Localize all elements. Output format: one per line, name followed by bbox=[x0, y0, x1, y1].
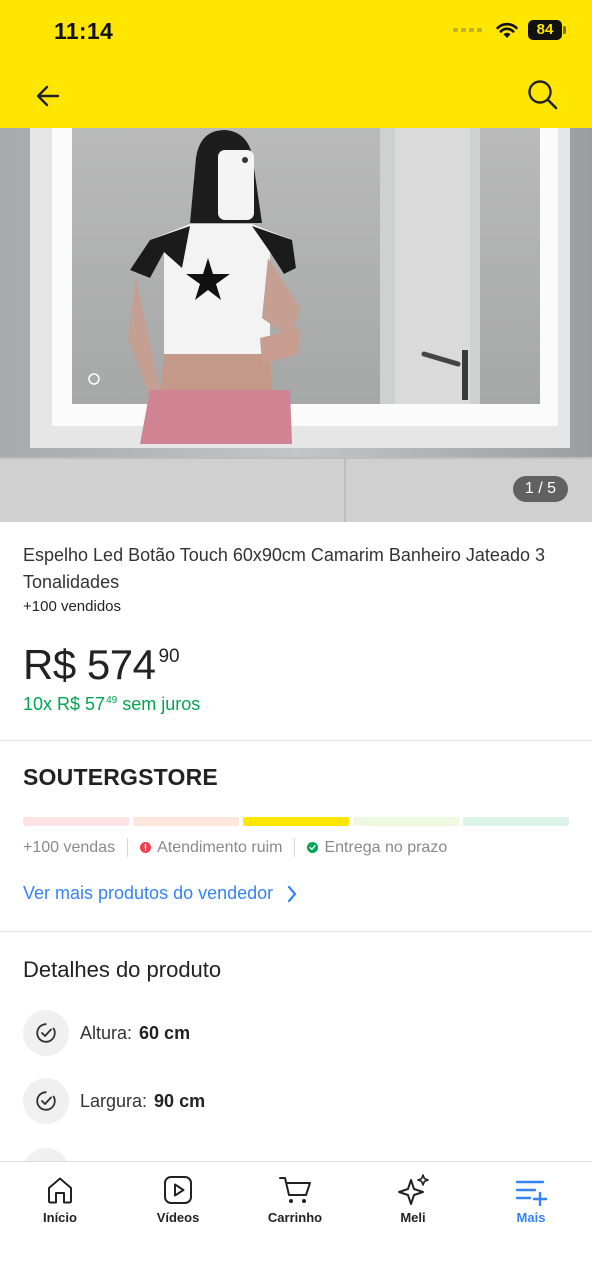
check-icon bbox=[23, 1078, 69, 1124]
search-icon[interactable] bbox=[524, 76, 562, 114]
sold-count: +100 vendidos bbox=[23, 598, 121, 615]
details-title: Detalhes do produto bbox=[23, 957, 222, 982]
status-indicators: 84 bbox=[453, 20, 566, 40]
product-title: Espelho Led Botão Touch 60x90cm Camarim … bbox=[23, 545, 545, 592]
play-icon bbox=[164, 1176, 192, 1204]
menu-plus-icon bbox=[515, 1180, 548, 1206]
tab-inicio[interactable]: Início bbox=[10, 1174, 110, 1225]
installments-amount: 10x R$ 57 bbox=[23, 694, 106, 714]
installments-suffix: sem juros bbox=[122, 694, 201, 714]
seller-service: Atendimento ruim bbox=[157, 838, 283, 856]
tab-videos[interactable]: Vídeos bbox=[128, 1174, 228, 1225]
installments: 10x R$ 57 49 sem juros bbox=[23, 694, 200, 715]
tab-label: Início bbox=[43, 1210, 77, 1225]
see-more-label: Ver mais produtos do vendedor bbox=[23, 883, 274, 903]
price-main: R$ 574 bbox=[23, 641, 156, 688]
sparkle-icon bbox=[398, 1174, 429, 1205]
spec-row: Largura: 90 cm bbox=[23, 1078, 205, 1124]
spec-value: 90 cm bbox=[154, 1090, 206, 1111]
seller-reputation-info: +100 vendas Atendimento ruim Entrega no … bbox=[23, 838, 447, 857]
image-counter: 1 / 5 bbox=[512, 476, 568, 502]
separator bbox=[294, 838, 296, 857]
product-photo bbox=[0, 128, 592, 522]
app-header: 11:14 84 bbox=[0, 0, 592, 128]
product-image-gallery[interactable]: 1 / 5 bbox=[0, 128, 592, 522]
spec-row: Altura: 60 cm bbox=[23, 1010, 190, 1056]
check-circle-icon bbox=[307, 842, 319, 853]
spec-label: Largura: bbox=[80, 1090, 148, 1111]
see-more-seller-products-link[interactable]: Ver mais produtos do vendedor bbox=[23, 883, 297, 904]
divider bbox=[0, 931, 592, 932]
reputation-segment-5 bbox=[463, 817, 569, 826]
status-time: 11:14 bbox=[54, 18, 114, 44]
alert-icon bbox=[140, 842, 152, 853]
reputation-thermometer bbox=[23, 817, 569, 826]
home-icon bbox=[48, 1177, 72, 1204]
check-icon bbox=[23, 1010, 69, 1056]
reputation-segment-4 bbox=[353, 817, 459, 826]
spec-label: Altura: bbox=[80, 1022, 133, 1043]
reputation-segment-2 bbox=[133, 817, 239, 826]
price-cents: 90 bbox=[158, 646, 180, 667]
tab-label: Meli bbox=[400, 1210, 426, 1225]
separator bbox=[127, 838, 129, 857]
installments-cents: 49 bbox=[106, 695, 118, 706]
reputation-segment-1 bbox=[23, 817, 129, 826]
seller-sales: +100 vendas bbox=[23, 838, 116, 856]
tab-meli[interactable]: Meli bbox=[363, 1174, 463, 1225]
back-arrow-icon[interactable] bbox=[30, 78, 66, 114]
tab-label: Vídeos bbox=[156, 1210, 200, 1225]
seller-name[interactable]: SOUTERGSTORE bbox=[23, 764, 218, 791]
wifi-icon bbox=[496, 22, 518, 38]
tab-label: Carrinho bbox=[267, 1210, 323, 1225]
seller-delivery: Entrega no prazo bbox=[324, 838, 448, 856]
tab-mais[interactable]: Mais bbox=[481, 1174, 581, 1225]
bottom-tab-bar: Início Vídeos Carrinho Meli Mais bbox=[0, 1161, 592, 1280]
divider bbox=[0, 740, 592, 741]
cart-icon bbox=[279, 1177, 311, 1203]
reputation-segment-3 bbox=[243, 817, 349, 826]
chevron-right-icon bbox=[288, 885, 297, 902]
price: R$ 574 90 bbox=[23, 640, 180, 690]
spec-value: 60 cm bbox=[139, 1022, 191, 1043]
tab-label: Mais bbox=[516, 1210, 546, 1225]
signal-icon bbox=[453, 28, 482, 32]
battery-indicator: 84 bbox=[528, 20, 566, 40]
tab-carrinho[interactable]: Carrinho bbox=[245, 1174, 345, 1225]
